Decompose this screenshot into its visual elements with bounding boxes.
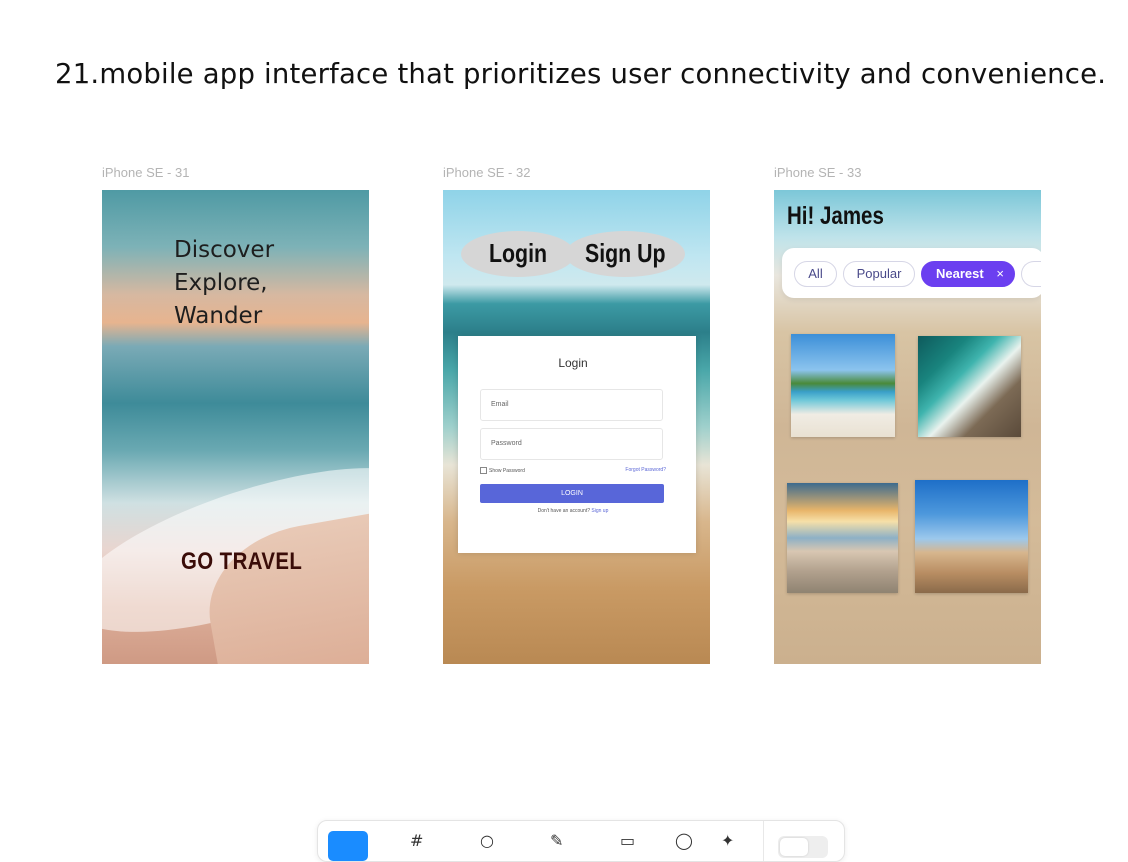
tab-login[interactable]: Login [489, 238, 547, 269]
signup-link[interactable]: Sign up [591, 508, 608, 514]
filter-bar: All Popular Nearest × [782, 248, 1041, 298]
frame-label-31[interactable]: iPhone SE - 31 [102, 165, 189, 180]
show-password-label: Show Password [489, 467, 525, 474]
frame-label-33[interactable]: iPhone SE - 33 [774, 165, 861, 180]
beach-photo-4[interactable] [915, 480, 1028, 593]
close-icon[interactable]: × [996, 262, 1004, 286]
design-toolbar: # ○ ✎ ▭ ◯ ✦ [317, 820, 845, 862]
tab-signup[interactable]: Sign Up [585, 238, 666, 269]
mode-toggle[interactable] [778, 836, 828, 858]
page-heading: 21.mobile app interface that prioritizes… [55, 58, 1107, 90]
tagline-line-2: Explore, [174, 270, 268, 296]
frame-tool-icon[interactable]: # [410, 831, 423, 850]
no-account-text: Don't have an account? Sign up [458, 508, 688, 514]
filter-popular[interactable]: Popular [843, 261, 915, 287]
comment-tool-icon[interactable]: ◯ [675, 831, 693, 850]
tagline-line-3: Wander [174, 303, 263, 329]
login-card: Login Email Password Show Password Forgo… [458, 336, 696, 553]
iphone-frame-33[interactable]: Hi! James All Popular Nearest × [774, 190, 1041, 664]
tagline: Discover Explore, Wander [174, 234, 274, 333]
beach-photo-1[interactable] [791, 334, 895, 437]
email-field[interactable]: Email [480, 389, 663, 421]
filter-all[interactable]: All [794, 261, 837, 287]
actions-tool-icon[interactable]: ✦ [721, 831, 734, 850]
text-tool-icon[interactable]: ▭ [620, 831, 635, 850]
checkbox-icon[interactable] [480, 467, 487, 474]
show-password-checkbox[interactable]: Show Password [480, 467, 525, 474]
beach-photo-3[interactable] [787, 483, 898, 593]
toolbar-divider [763, 821, 764, 861]
toggle-knob[interactable] [780, 838, 808, 856]
frame-label-32[interactable]: iPhone SE - 32 [443, 165, 530, 180]
go-travel-cta[interactable]: GO TRAVEL [181, 548, 302, 576]
filter-nearest[interactable]: Nearest × [921, 261, 1015, 287]
tagline-line-1: Discover [174, 237, 275, 263]
greeting: Hi! James [787, 202, 884, 230]
move-tool-icon[interactable] [328, 831, 368, 861]
login-card-title: Login [558, 356, 588, 370]
iphone-frame-32[interactable]: Login Sign Up Login Email Password Show … [443, 190, 710, 664]
filter-nearest-label: Nearest [936, 266, 984, 281]
login-button[interactable]: LOGIN [480, 484, 664, 503]
password-field[interactable]: Password [480, 428, 663, 460]
iphone-frame-31[interactable]: Discover Explore, Wander GO TRAVEL [102, 190, 369, 664]
forgot-password-link[interactable]: Forgot Password? [625, 467, 666, 473]
beach-photo-2[interactable] [918, 336, 1021, 437]
pen-tool-icon[interactable]: ✎ [550, 831, 563, 850]
shape-tool-icon[interactable]: ○ [480, 831, 494, 850]
filter-more[interactable] [1021, 261, 1041, 287]
no-account-label: Don't have an account? [537, 508, 591, 514]
